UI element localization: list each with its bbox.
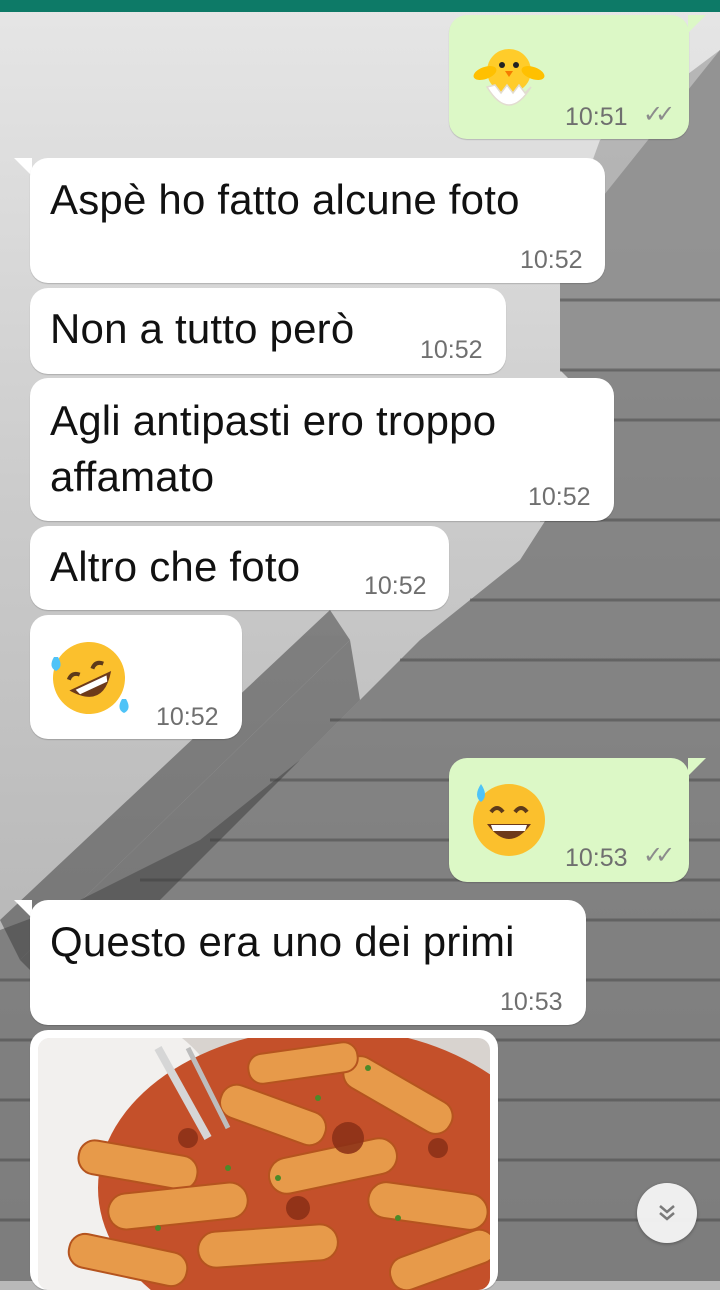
outgoing-message[interactable]: 10:53 ✓✓ (449, 758, 689, 882)
hatching-chick-icon (471, 37, 547, 122)
message-time: 10:52 (528, 483, 591, 511)
message-text: Aspè ho fatto alcune foto (50, 176, 520, 223)
read-receipt-icon: ✓✓ (643, 842, 675, 869)
message-text: Questo era uno dei primi (50, 918, 515, 965)
message-text-line: affamato (50, 453, 215, 500)
message-time: 10:52 (420, 336, 483, 364)
pasta-photo[interactable] (38, 1038, 490, 1290)
message-time: 10:53 (565, 844, 628, 872)
bubble-tail (688, 15, 706, 33)
rolling-on-floor-laughing-icon (46, 635, 132, 726)
message-text: Altro che foto (50, 543, 301, 590)
incoming-message[interactable]: Altro che foto 10:52 (30, 526, 449, 610)
read-receipt-icon: ✓✓ (643, 101, 675, 128)
incoming-message[interactable]: Aspè ho fatto alcune foto 10:52 (30, 158, 605, 283)
outgoing-message[interactable]: 10:51 ✓✓ (449, 15, 689, 139)
grinning-face-with-sweat-icon (467, 778, 549, 865)
bubble-tail (688, 758, 706, 776)
message-time: 10:52 (364, 572, 427, 600)
app-header-strip (0, 0, 720, 12)
incoming-message[interactable]: Non a tutto però 10:52 (30, 288, 506, 374)
message-text: Non a tutto però (50, 305, 355, 352)
scroll-to-bottom-button[interactable] (637, 1183, 697, 1243)
incoming-message[interactable]: Agli antipasti ero troppo affamato 10:52 (30, 378, 614, 521)
incoming-message[interactable]: 10:52 (30, 615, 242, 739)
message-time: 10:52 (156, 703, 219, 731)
message-time: 10:53 (500, 988, 563, 1016)
message-time: 10:51 (565, 103, 628, 131)
image-message[interactable] (30, 1030, 498, 1290)
message-text-line: Agli antipasti ero troppo (50, 397, 497, 444)
incoming-message[interactable]: Questo era uno dei primi 10:53 (30, 900, 586, 1025)
message-time: 10:52 (520, 246, 583, 274)
double-chevron-down-icon (659, 1205, 675, 1221)
